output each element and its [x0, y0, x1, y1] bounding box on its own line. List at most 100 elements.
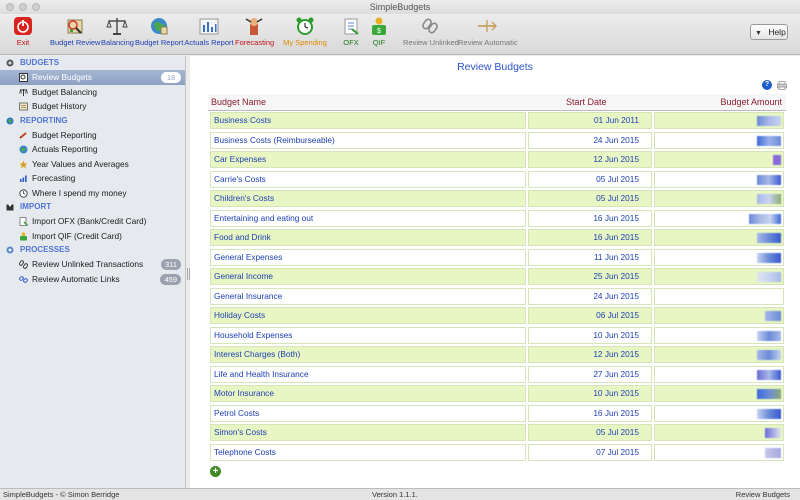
budget-report-button[interactable]: Budget Report: [135, 16, 183, 52]
zoom-window-button[interactable]: [32, 3, 40, 11]
start-date-cell[interactable]: 25 Jun 2015: [528, 268, 652, 285]
start-date-cell[interactable]: 24 Jun 2015: [528, 287, 652, 305]
budget-name-cell[interactable]: General Income: [210, 268, 526, 285]
budget-amount-cell[interactable]: [654, 229, 784, 246]
sidebar-item-year-values[interactable]: Year Values and Averages: [0, 157, 185, 172]
minimize-window-button[interactable]: [19, 3, 27, 11]
start-date-cell[interactable]: 05 Jul 2015: [528, 170, 652, 188]
budget-name-cell[interactable]: General Insurance: [210, 287, 526, 305]
budget-name-cell[interactable]: Life and Health Insurance: [210, 365, 526, 383]
budget-name-cell[interactable]: Household Expenses: [210, 326, 526, 344]
table-row[interactable]: Car Expenses 12 Jun 2015: [208, 150, 786, 170]
table-row[interactable]: Interest Charges (Both) 12 Jun 2015: [208, 345, 786, 365]
budget-name-cell[interactable]: Business Costs: [210, 112, 526, 129]
start-date-cell[interactable]: 06 Jul 2015: [528, 307, 652, 324]
column-header-budget-amount[interactable]: Budget Amount: [720, 94, 782, 111]
budget-amount-cell[interactable]: [654, 307, 784, 324]
start-date-cell[interactable]: 05 Jul 2015: [528, 190, 652, 207]
sidebar-item-review-budgets[interactable]: Review Budgets 18: [0, 70, 185, 85]
sidebar-item-review-automatic[interactable]: Review Automatic Links 459: [0, 272, 185, 287]
table-row[interactable]: General Insurance 24 Jun 2015: [208, 287, 786, 307]
start-date-cell[interactable]: 10 Jun 2015: [528, 326, 652, 344]
forecasting-button[interactable]: Forecasting: [235, 16, 274, 52]
column-header-budget-name[interactable]: Budget Name: [211, 94, 266, 111]
table-row[interactable]: Simon's Costs 05 Jul 2015: [208, 423, 786, 443]
sidebar-item-forecasting[interactable]: Forecasting: [0, 171, 185, 186]
budget-name-cell[interactable]: Holiday Costs: [210, 307, 526, 324]
budget-name-cell[interactable]: Car Expenses: [210, 151, 526, 168]
budget-amount-cell[interactable]: [654, 404, 784, 422]
sidebar-item-actuals-reporting[interactable]: Actuals Reporting: [0, 142, 185, 157]
start-date-cell[interactable]: 05 Jul 2015: [528, 424, 652, 441]
budget-name-cell[interactable]: Entertaining and eating out: [210, 209, 526, 227]
exit-button[interactable]: Exit: [8, 16, 38, 52]
table-row[interactable]: Children's Costs 05 Jul 2015: [208, 189, 786, 209]
sidebar-item-budget-balancing[interactable]: Budget Balancing: [0, 85, 185, 100]
budget-name-cell[interactable]: Carrie's Costs: [210, 170, 526, 188]
budget-name-cell[interactable]: Food and Drink: [210, 229, 526, 246]
start-date-cell[interactable]: 27 Jun 2015: [528, 365, 652, 383]
budget-amount-cell[interactable]: [654, 112, 784, 129]
start-date-cell[interactable]: 24 Jun 2015: [528, 131, 652, 149]
table-row[interactable]: Carrie's Costs 05 Jul 2015: [208, 170, 786, 190]
close-window-button[interactable]: [6, 3, 14, 11]
actuals-report-button[interactable]: Actuals Report: [184, 16, 234, 52]
sidebar-item-review-unlinked[interactable]: Review Unlinked Transactions 311: [0, 257, 185, 272]
help-button[interactable]: ▼ Help: [750, 24, 788, 40]
budget-name-cell[interactable]: Motor Insurance: [210, 385, 526, 402]
budget-amount-cell[interactable]: [654, 424, 784, 441]
budget-amount-cell[interactable]: [654, 268, 784, 285]
help-icon[interactable]: ?: [762, 80, 772, 90]
table-row[interactable]: Telephone Costs 07 Jul 2015: [208, 443, 786, 463]
budget-amount-cell[interactable]: [654, 151, 784, 168]
budget-amount-cell[interactable]: [654, 131, 784, 149]
budget-name-cell[interactable]: Children's Costs: [210, 190, 526, 207]
table-row[interactable]: Entertaining and eating out 16 Jun 2015: [208, 209, 786, 229]
budget-amount-cell[interactable]: [654, 287, 784, 305]
qif-button[interactable]: $ QIF: [368, 16, 390, 52]
start-date-cell[interactable]: 01 Jun 2011: [528, 112, 652, 129]
budget-amount-cell[interactable]: [654, 365, 784, 383]
budget-amount-cell[interactable]: [654, 385, 784, 402]
column-header-start-date[interactable]: Start Date: [566, 94, 607, 111]
budget-amount-cell[interactable]: [654, 248, 784, 266]
start-date-cell[interactable]: 16 Jun 2015: [528, 209, 652, 227]
budget-amount-cell[interactable]: [654, 346, 784, 363]
table-row[interactable]: General Expenses 11 Jun 2015: [208, 248, 786, 268]
budget-amount-cell[interactable]: [654, 170, 784, 188]
table-row[interactable]: Business Costs 01 Jun 2011: [208, 111, 786, 131]
table-row[interactable]: General Income 25 Jun 2015: [208, 267, 786, 287]
start-date-cell[interactable]: 11 Jun 2015: [528, 248, 652, 266]
start-date-cell[interactable]: 12 Jun 2015: [528, 346, 652, 363]
budget-amount-cell[interactable]: [654, 326, 784, 344]
table-row[interactable]: Motor Insurance 10 Jun 2015: [208, 384, 786, 404]
ofx-button[interactable]: OFX: [340, 16, 362, 52]
start-date-cell[interactable]: 07 Jul 2015: [528, 443, 652, 461]
review-unlinked-button[interactable]: Review Unlinked: [403, 16, 459, 52]
budget-review-button[interactable]: Budget Review: [50, 16, 100, 52]
table-row[interactable]: Petrol Costs 16 Jun 2015: [208, 404, 786, 424]
table-row[interactable]: Household Expenses 10 Jun 2015: [208, 326, 786, 346]
budget-name-cell[interactable]: Business Costs (Reimburseable): [210, 131, 526, 149]
budget-name-cell[interactable]: Interest Charges (Both): [210, 346, 526, 363]
sidebar-item-budget-reporting[interactable]: Budget Reporting: [0, 128, 185, 143]
start-date-cell[interactable]: 12 Jun 2015: [528, 151, 652, 168]
start-date-cell[interactable]: 16 Jun 2015: [528, 404, 652, 422]
print-icon[interactable]: [777, 81, 787, 90]
budget-name-cell[interactable]: Petrol Costs: [210, 404, 526, 422]
table-row[interactable]: Business Costs (Reimburseable) 24 Jun 201…: [208, 131, 786, 151]
budget-amount-cell[interactable]: [654, 209, 784, 227]
start-date-cell[interactable]: 16 Jun 2015: [528, 229, 652, 246]
budget-amount-cell[interactable]: [654, 443, 784, 461]
budget-name-cell[interactable]: Telephone Costs: [210, 443, 526, 461]
sidebar-item-import-ofx[interactable]: Import OFX (Bank/Credit Card): [0, 214, 185, 229]
balancing-button[interactable]: Balancing: [101, 16, 134, 52]
budget-name-cell[interactable]: General Expenses: [210, 248, 526, 266]
sidebar-item-import-qif[interactable]: Import QIF (Credit Card): [0, 229, 185, 244]
budget-name-cell[interactable]: Simon's Costs: [210, 424, 526, 441]
start-date-cell[interactable]: 10 Jun 2015: [528, 385, 652, 402]
table-row[interactable]: Holiday Costs 06 Jul 2015: [208, 306, 786, 326]
table-row[interactable]: Food and Drink 16 Jun 2015: [208, 228, 786, 248]
budget-amount-cell[interactable]: [654, 190, 784, 207]
sidebar-item-budget-history[interactable]: Budget History: [0, 99, 185, 114]
